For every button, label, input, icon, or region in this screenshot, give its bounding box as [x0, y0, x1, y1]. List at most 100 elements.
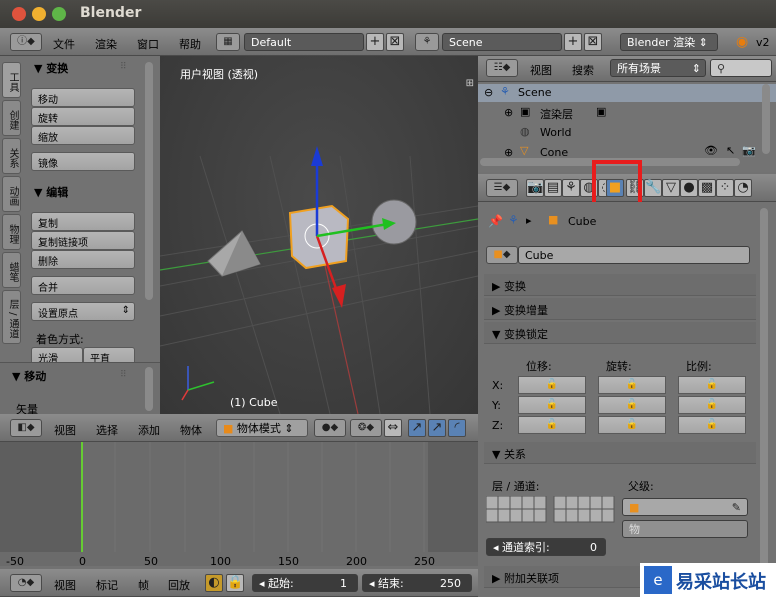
- data-tab-icon[interactable]: ▽: [662, 179, 680, 197]
- lock-location-x-icon[interactable]: 🔓: [518, 376, 586, 394]
- lock-location-z-icon[interactable]: 🔓: [518, 416, 586, 434]
- menu-select-3d[interactable]: 选择: [96, 422, 118, 438]
- render-layers-tab-icon[interactable]: ▤: [544, 179, 562, 197]
- lock-location-y-icon[interactable]: 🔓: [518, 396, 586, 414]
- tab-layers[interactable]: 层 / 通道: [2, 290, 21, 344]
- duplicate-linked-button[interactable]: 复制链接项: [31, 231, 135, 250]
- collapse-icon[interactable]: ⊖: [484, 86, 493, 99]
- editor-type-3d-icon[interactable]: ◧◆: [10, 419, 42, 437]
- lock-rotation-z-icon[interactable]: 🔓: [598, 416, 666, 434]
- transform-lock-panel-header[interactable]: ▼ 变换锁定: [484, 322, 756, 344]
- keying-icon[interactable]: ◐: [205, 574, 223, 592]
- texture-tab-icon[interactable]: ▩: [698, 179, 716, 197]
- operator-header[interactable]: ▼ 移动: [12, 368, 46, 384]
- add-scene-button[interactable]: +: [564, 33, 582, 51]
- minimize-window-button[interactable]: [32, 7, 46, 21]
- tab-physics[interactable]: 物理: [2, 214, 21, 250]
- screen-layout-field[interactable]: Default: [244, 33, 364, 51]
- translate-manipulator-icon[interactable]: ↗: [408, 419, 426, 437]
- screen-layout-icon[interactable]: ▦: [216, 33, 240, 51]
- start-frame-field[interactable]: ◂ 起始: 1: [252, 574, 358, 592]
- render-camera-icon[interactable]: 📷: [742, 144, 756, 157]
- render-tab-icon[interactable]: 📷: [526, 179, 544, 197]
- edit-section-header[interactable]: ▼ 编辑: [34, 184, 68, 200]
- sphere-object[interactable]: [371, 199, 417, 245]
- menu-add-3d[interactable]: 添加: [138, 422, 160, 438]
- object-name-field[interactable]: Cube: [518, 246, 750, 264]
- menu-help[interactable]: 帮助: [179, 36, 201, 52]
- scene-field[interactable]: Scene: [442, 33, 562, 51]
- scale-button[interactable]: 缩放: [31, 126, 135, 145]
- outliner-display-filter[interactable]: 所有场景 ⇕: [610, 59, 706, 77]
- outliner-v-scrollbar[interactable]: [762, 84, 770, 154]
- selectable-cursor-icon[interactable]: ↖: [726, 144, 735, 157]
- outliner-item-scene[interactable]: Scene: [518, 86, 552, 99]
- pass-index-field[interactable]: ◂ 通道索引: 0: [486, 538, 606, 556]
- editor-type-info-icon[interactable]: ⓘ◆: [10, 33, 42, 51]
- menu-view-outliner[interactable]: 视图: [530, 62, 552, 78]
- tab-create[interactable]: 创建: [2, 100, 21, 136]
- parent-field[interactable]: ■ ✎: [622, 498, 748, 516]
- expand-icon[interactable]: ⊕: [504, 106, 513, 119]
- set-origin-select[interactable]: 设置原点 ⇕: [31, 302, 135, 321]
- outliner-item-world[interactable]: World: [540, 126, 572, 139]
- remove-screen-button[interactable]: ⊠: [386, 33, 404, 51]
- layer-buttons-grid[interactable]: [486, 496, 616, 526]
- delete-button[interactable]: 删除: [31, 250, 135, 269]
- menu-view-timeline[interactable]: 视图: [54, 577, 76, 593]
- transform-arrow-icon[interactable]: ↗: [428, 419, 446, 437]
- eyedropper-icon[interactable]: ✎: [732, 501, 741, 514]
- menu-search-outliner[interactable]: 搜索: [572, 62, 594, 78]
- z-gizmo-arrow[interactable]: [311, 146, 323, 166]
- rotate-manipulator-icon[interactable]: ◜: [448, 419, 466, 437]
- operator-grip-icon[interactable]: ⠿: [120, 370, 127, 380]
- pin-icon[interactable]: 📌: [488, 214, 503, 228]
- rotate-button[interactable]: 旋转: [31, 107, 135, 126]
- outliner-search-input[interactable]: ⚲: [710, 59, 772, 77]
- menu-frame[interactable]: 帧: [138, 577, 149, 593]
- mode-select[interactable]: ■ 物体模式 ⇕: [216, 419, 308, 437]
- pivot-point-select[interactable]: ❂◆: [350, 419, 382, 437]
- translate-button[interactable]: 移动: [31, 88, 135, 107]
- close-window-button[interactable]: [12, 7, 26, 21]
- tab-animation[interactable]: 动画: [2, 176, 21, 212]
- manipulator-toggle-icon[interactable]: ⇔: [384, 419, 402, 437]
- transform-panel-header[interactable]: ▶ 变换: [484, 274, 756, 296]
- editor-type-outliner-icon[interactable]: ☷◆: [486, 59, 518, 77]
- end-frame-field[interactable]: ◂ 结束: 250: [362, 574, 472, 592]
- lock-scale-z-icon[interactable]: 🔓: [678, 416, 746, 434]
- menu-window[interactable]: 窗口: [137, 36, 159, 52]
- tab-grease-pencil[interactable]: 蜡笔: [2, 252, 21, 288]
- render-engine-select[interactable]: Blender 渲染 ⇕: [620, 33, 718, 51]
- join-button[interactable]: 合并: [31, 276, 135, 295]
- visibility-eye-icon[interactable]: 👁: [704, 144, 718, 157]
- editor-type-properties-icon[interactable]: ☰◆: [486, 179, 518, 197]
- viewport-shading-select[interactable]: ●◆: [314, 419, 346, 437]
- lock-rotation-y-icon[interactable]: 🔓: [598, 396, 666, 414]
- editor-type-timeline-icon[interactable]: ◔◆: [10, 574, 42, 592]
- add-screen-button[interactable]: +: [366, 33, 384, 51]
- outliner-item-render-layers[interactable]: 渲染层: [540, 106, 573, 122]
- lock-scale-x-icon[interactable]: 🔓: [678, 376, 746, 394]
- particles-tab-icon[interactable]: ⁘: [716, 179, 734, 197]
- menu-file[interactable]: 文件: [53, 36, 75, 52]
- physics-tab-icon[interactable]: ◔: [734, 179, 752, 197]
- tool-shelf-scrollbar[interactable]: [145, 62, 153, 300]
- menu-view-3d[interactable]: 视图: [54, 422, 76, 438]
- lock-rotation-x-icon[interactable]: 🔓: [598, 376, 666, 394]
- remove-scene-button[interactable]: ⊠: [584, 33, 602, 51]
- material-tab-icon[interactable]: ●: [680, 179, 698, 197]
- properties-scrollbar[interactable]: [760, 208, 768, 568]
- menu-playback[interactable]: 回放: [168, 577, 190, 593]
- object-datablock-icon[interactable]: ■◆: [486, 246, 518, 264]
- scene-icon[interactable]: ⚘: [415, 33, 439, 51]
- maximize-window-button[interactable]: [52, 7, 66, 21]
- menu-object-3d[interactable]: 物体: [180, 422, 202, 438]
- lock-icon[interactable]: 🔒: [226, 574, 244, 592]
- duplicate-button[interactable]: 复制: [31, 212, 135, 231]
- cube-object[interactable]: [288, 204, 350, 270]
- tab-relations[interactable]: 关系: [2, 138, 21, 174]
- menu-marker[interactable]: 标记: [96, 577, 118, 593]
- modifiers-tab-icon[interactable]: 🔧: [644, 179, 662, 197]
- lock-scale-y-icon[interactable]: 🔓: [678, 396, 746, 414]
